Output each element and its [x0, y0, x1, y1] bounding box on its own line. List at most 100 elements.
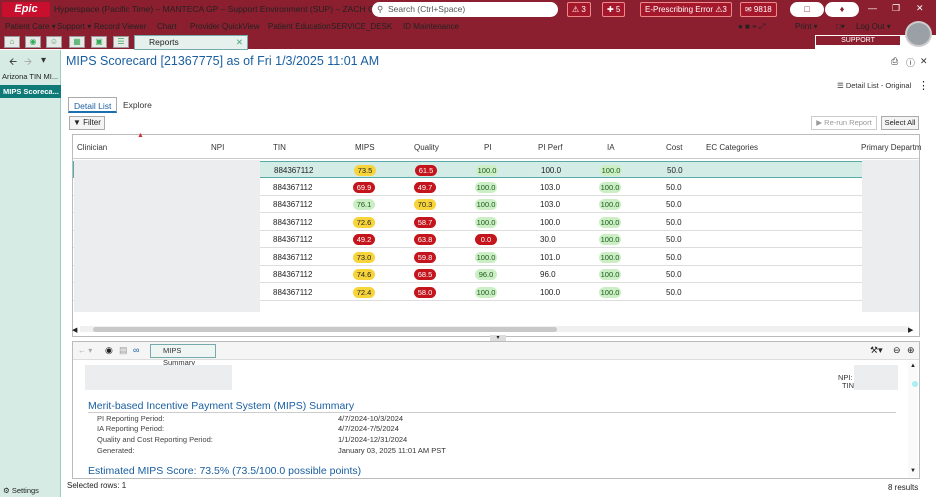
inbox-badge[interactable]: ✉ 9818 [740, 2, 777, 17]
alert-badge[interactable]: ⚠ 3 [567, 2, 591, 17]
tab-detail-list[interactable]: Detail List [68, 97, 118, 113]
menu-service-desk[interactable]: SERVICE_DESK [331, 22, 392, 31]
nav-item-arizona-tin[interactable]: Arizona TIN MI... [2, 72, 58, 81]
generated-value: January 03, 2025 11:01 AM PST [338, 446, 446, 455]
tab-explore[interactable]: Explore [118, 97, 157, 113]
tab-reports-label: Reports [149, 37, 179, 47]
avatar[interactable] [905, 21, 932, 47]
col-clinician[interactable]: Clinician [77, 143, 107, 152]
scroll-left-icon[interactable]: ◀ [72, 326, 77, 334]
cell-pi-perf: 103.0 [540, 182, 561, 192]
cell-pi: 100.0 [475, 181, 497, 193]
forward-arrow-icon[interactable]: 🡪 [24, 55, 32, 72]
link-icon[interactable]: ∞ [133, 345, 139, 355]
menu-record-viewer[interactable]: Record Viewer [94, 22, 146, 31]
restore-icon[interactable]: ❐ [892, 3, 900, 14]
zoom-in-icon[interactable]: ⊕ [907, 345, 915, 356]
cell-cost: 50.0 [666, 287, 682, 297]
col-primary-department[interactable]: Primary Departm [861, 143, 921, 152]
col-ec-categories[interactable]: EC Categories [706, 143, 758, 152]
cell-pi-perf: 100.0 [540, 217, 561, 227]
menu-support[interactable]: Support ▾ [57, 22, 91, 31]
select-all-button[interactable]: Select All [881, 116, 919, 130]
cell-pi-perf: 103.0 [540, 200, 561, 209]
quality-cost-period-label: Quality and Cost Reporting Period: [97, 435, 213, 444]
minimize-icon[interactable]: — [868, 3, 877, 13]
print-icon[interactable]: ⎙ [891, 56, 898, 67]
chevron-down-icon[interactable]: ▾ [41, 55, 46, 66]
back-arrow-icon[interactable]: 🡨 [9, 55, 17, 72]
page-title: MIPS Scorecard [21367775] as of Fri 1/3/… [66, 54, 380, 68]
mips-summary-button[interactable]: MIPS Summary [150, 344, 216, 367]
col-npi[interactable]: NPI [211, 143, 224, 152]
cell-pi: 100.0 [475, 251, 497, 263]
home-icon[interactable]: ⌂ [4, 36, 20, 48]
close-tab-icon[interactable]: ✕ [236, 36, 243, 49]
settings-label: Settings [11, 486, 39, 495]
search-input[interactable]: ⚲ Search (Ctrl+Space) [372, 2, 558, 17]
cell-quality: 68.5 [414, 269, 436, 280]
schedule-icon[interactable]: ▣ [91, 36, 107, 48]
col-pi[interactable]: PI [484, 143, 492, 152]
nav-back-icon[interactable]: ← ▾ [78, 346, 92, 355]
cell-quality: 61.5 [415, 165, 437, 176]
menu-patient-care[interactable]: Patient Care ▾ [5, 22, 56, 31]
cell-tin: 884367112 [273, 200, 313, 209]
menu-provider-quickview[interactable]: Provider QuickView [190, 22, 260, 31]
help-icon[interactable]: ⓘ [906, 56, 915, 69]
cell-mips: 69.9 [353, 181, 375, 193]
col-quality[interactable]: Quality [414, 143, 439, 152]
tin-label: TIN [842, 381, 855, 390]
col-mips[interactable]: MIPS [355, 143, 375, 152]
cell-tin: 884367112 [273, 182, 313, 192]
cell-mips: 74.6 [353, 269, 375, 280]
bell-icon[interactable]: ♦ [825, 2, 859, 17]
message-badge[interactable]: ✚ 5 [602, 2, 626, 17]
rerun-report-button[interactable]: ▶ Re-run Report [811, 116, 877, 130]
filter-button[interactable]: ▼ Filter [69, 116, 105, 130]
zoom-out-icon[interactable]: ⊖ [893, 345, 901, 356]
estimated-mips-score: Estimated MIPS Score: 73.5% (73.5/100.0 … [88, 465, 362, 477]
tab-reports[interactable]: Reports ✕ [134, 35, 248, 50]
cell-cost: 50.0 [666, 235, 682, 244]
menu-id-maintenance[interactable]: ID Maintenance [403, 22, 459, 31]
scroll-down-icon[interactable]: ▼ [910, 468, 916, 474]
cell-quality: 58.0 [414, 286, 436, 298]
menu-patient-education[interactable]: Patient Education [268, 22, 331, 31]
wrench-icon[interactable]: ⚒▾ [870, 345, 883, 356]
cell-ia: 100.0 [599, 286, 621, 298]
pi-period-label: PI Reporting Period: [97, 414, 165, 423]
more-options-icon[interactable]: ⋮ [918, 79, 929, 92]
eprescribing-error-badge[interactable]: E-Prescribing Error ⚠3 [640, 2, 732, 17]
toolbar-icons[interactable]: ● ■ ⌖ ⤢ [738, 22, 765, 32]
quality-cost-period-value: 1/1/2024-12/31/2024 [338, 435, 408, 444]
col-tin[interactable]: TIN [273, 143, 286, 152]
settings-link[interactable]: ⚙ Settings [0, 485, 61, 497]
doc-icon[interactable]: ▤ [119, 345, 128, 356]
epic-logo[interactable]: Epic [2, 2, 50, 17]
calendar-icon[interactable]: ▦ [69, 36, 85, 48]
chat-icon[interactable]: □ [790, 2, 824, 17]
nav-item-mips-scorecard[interactable]: MIPS Scoreca... [0, 85, 61, 98]
col-pi-perf[interactable]: PI Perf [538, 143, 562, 152]
col-ia[interactable]: IA [607, 143, 615, 152]
col-cost[interactable]: Cost [666, 143, 682, 152]
lock-icon[interactable]: □▾ [836, 22, 845, 31]
patients-icon[interactable]: ☺ [46, 36, 62, 48]
search-placeholder: Search (Ctrl+Space) [388, 4, 466, 14]
binoculars-icon[interactable]: ◉ [25, 36, 41, 48]
scroll-up-icon[interactable]: ▲ [910, 363, 916, 369]
ia-period-label: IA Reporting Period: [97, 424, 165, 433]
close-icon[interactable]: ✕ [920, 56, 928, 67]
binoculars-icon[interactable]: ◉ [105, 345, 113, 356]
menu-chart[interactable]: Chart [157, 22, 177, 31]
close-window-icon[interactable]: ✕ [916, 3, 924, 14]
view-selector[interactable]: ☰ Detail List - Original [837, 81, 911, 90]
cell-cost: 50.0 [666, 270, 682, 279]
menu-print[interactable]: Print ▾ [795, 22, 818, 31]
vertical-scrollbar[interactable] [908, 362, 918, 477]
menu-log-out[interactable]: Log Out ▾ [856, 22, 891, 31]
horizontal-scroll-thumb[interactable] [93, 327, 557, 332]
list-icon[interactable]: ☰ [113, 36, 129, 48]
scroll-right-icon[interactable]: ▶ [908, 326, 913, 334]
